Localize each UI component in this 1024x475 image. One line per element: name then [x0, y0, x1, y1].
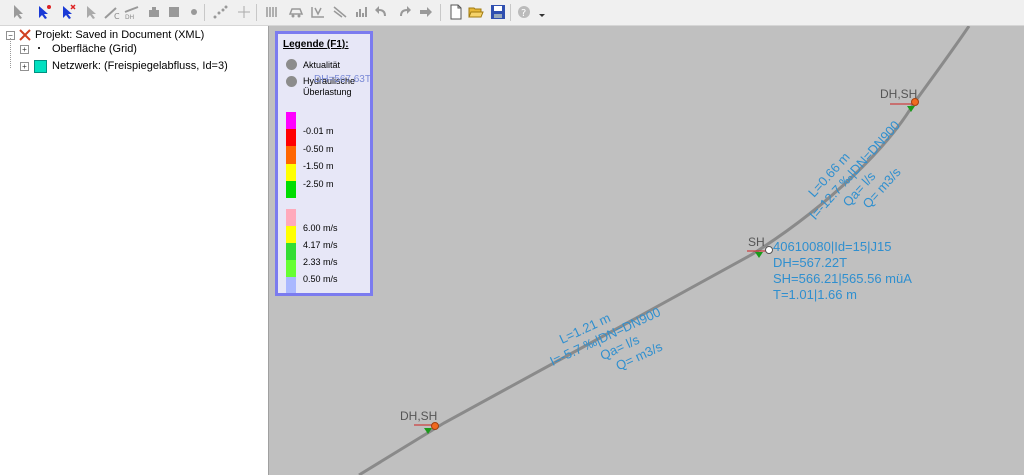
cross-icon[interactable]	[236, 4, 252, 20]
actuality-dot-icon	[286, 59, 297, 70]
legend-title: Legende (F1):	[283, 39, 349, 50]
velocity-label: 2.33 m/s	[303, 257, 338, 267]
tree-line	[10, 38, 12, 68]
node-info-id: 40610080|Id=15|J15	[773, 239, 891, 254]
depth-swatch	[286, 164, 296, 181]
pointer-icon[interactable]	[10, 4, 26, 20]
velocity-swatch	[286, 209, 296, 226]
map-canvas[interactable]: DH,SH SH DH,SH L=0.66 m I=-12.7 ‰|DN=DN9…	[269, 26, 1024, 475]
block-icon[interactable]	[146, 4, 162, 20]
node-label-bottom: DH,SH	[400, 409, 437, 423]
legend-overlay-text: DH=567.63T	[314, 74, 371, 85]
node-triangle-icon	[755, 252, 763, 258]
depth-label: -0.01 m	[303, 126, 334, 136]
toolbar-separator	[510, 4, 511, 21]
depth-label: -1.50 m	[303, 161, 334, 171]
velocity-label: 0.50 m/s	[303, 274, 338, 284]
legend-panel[interactable]: Legende (F1): Aktualität Hydraulische Üb…	[275, 31, 373, 296]
node-info-dh: DH=567.22T	[773, 255, 847, 270]
toolbar-separator	[256, 4, 257, 21]
open-folder-icon[interactable]	[468, 4, 484, 20]
node-label-mid: SH	[748, 235, 765, 249]
node-info-sh: SH=566.21|565.56 müA	[773, 271, 912, 286]
connect-c-icon[interactable]: C	[104, 4, 120, 20]
svg-text:DH: DH	[125, 14, 134, 20]
slope-icon[interactable]	[332, 4, 348, 20]
car-icon[interactable]	[288, 4, 304, 20]
depth-label: -0.50 m	[303, 144, 334, 154]
bars-icon[interactable]	[354, 4, 370, 20]
project-tree: − Projekt: Saved in Document (XML) + Obe…	[0, 26, 269, 475]
tree-item-surface[interactable]: Oberfläche (Grid)	[52, 42, 137, 56]
expand-toggle[interactable]: +	[20, 45, 29, 54]
velocity-swatch	[286, 260, 296, 277]
toolbar: C DH ?	[0, 0, 1024, 26]
manhole-mid[interactable]	[765, 246, 773, 254]
node-info-t: T=1.01|1.66 m	[773, 287, 857, 302]
velocity-swatch	[286, 243, 296, 260]
select-node-icon[interactable]	[36, 4, 52, 20]
project-x-icon	[19, 29, 31, 41]
depth-swatch	[286, 112, 296, 129]
undo-icon[interactable]	[374, 4, 390, 20]
new-file-icon[interactable]	[448, 4, 464, 20]
network-icon	[34, 60, 47, 73]
depth-swatch	[286, 146, 296, 164]
depth-swatch	[286, 181, 296, 198]
chevron-down-icon[interactable]	[534, 4, 550, 20]
redo-icon[interactable]	[396, 4, 412, 20]
overload-dot-icon	[286, 76, 297, 87]
scatter-icon[interactable]	[212, 4, 228, 20]
manhole-bottom[interactable]	[431, 422, 439, 430]
dh-icon[interactable]: DH	[124, 4, 140, 20]
depth-label: -2.50 m	[303, 179, 334, 189]
svg-text:?: ?	[521, 8, 526, 19]
point-icon[interactable]	[186, 4, 202, 20]
svg-text:C: C	[114, 12, 120, 20]
velocity-swatch	[286, 277, 296, 293]
delete-node-icon[interactable]	[60, 4, 76, 20]
forward-icon[interactable]	[418, 4, 434, 20]
toolbar-separator	[204, 4, 205, 21]
network-drawing: DH,SH SH DH,SH L=0.66 m I=-12.7 ‰|DN=DN9…	[358, 26, 971, 475]
profile-icon[interactable]	[310, 4, 326, 20]
tree-root-label[interactable]: Projekt: Saved in Document (XML)	[35, 28, 204, 42]
velocity-label: 6.00 m/s	[303, 223, 338, 233]
help-icon[interactable]: ?	[516, 4, 532, 20]
depth-swatch	[286, 129, 296, 146]
tree-item-network[interactable]: Netzwerk: (Freispiegelabfluss, Id=3)	[52, 59, 228, 73]
bars-icon[interactable]	[264, 4, 280, 20]
velocity-label: 4.17 m/s	[303, 240, 338, 250]
velocity-swatch	[286, 226, 296, 243]
save-icon[interactable]	[490, 4, 506, 20]
toolbar-separator	[440, 4, 441, 21]
grid-icon	[38, 47, 40, 49]
stop-icon[interactable]	[166, 4, 182, 20]
legend-item-actuality: Aktualität	[303, 60, 341, 70]
node-label-top: DH,SH	[880, 87, 917, 101]
select-arrow-icon[interactable]	[84, 4, 100, 20]
expand-toggle[interactable]: +	[20, 62, 29, 71]
